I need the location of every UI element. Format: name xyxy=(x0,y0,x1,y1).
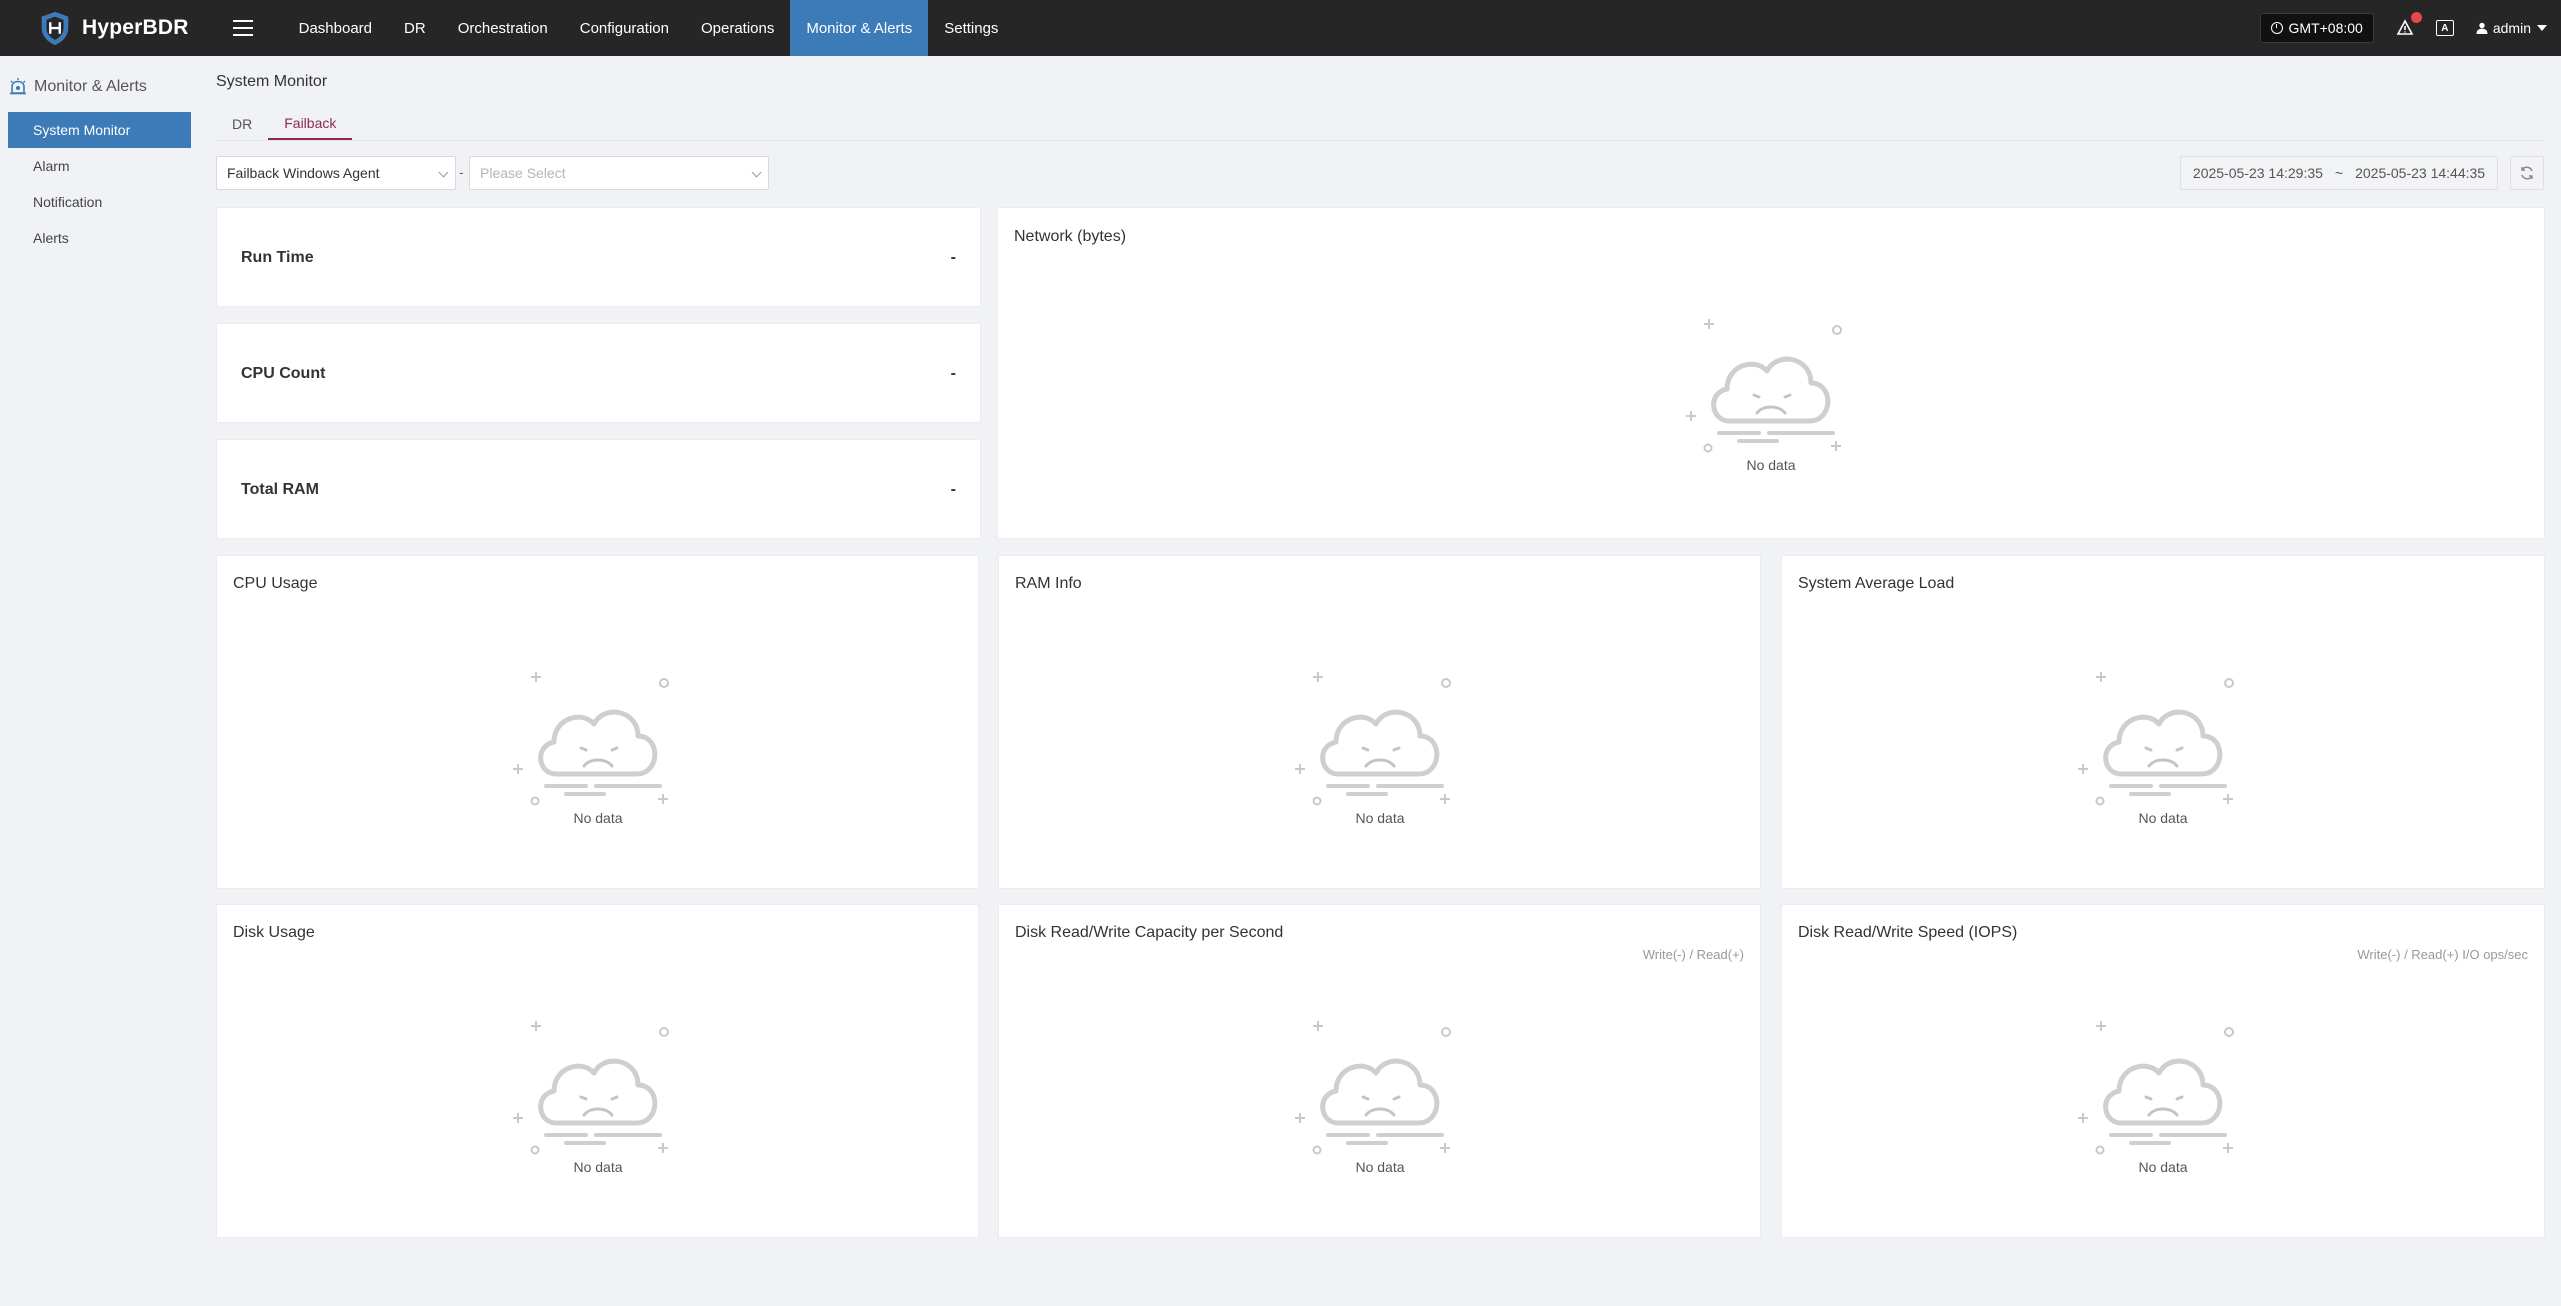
chart-disk-usage: Disk Usage No data xyxy=(216,904,979,1238)
sidebar-item-alerts[interactable]: Alerts xyxy=(8,220,191,256)
alerts-button[interactable] xyxy=(2396,12,2422,37)
date-separator: ~ xyxy=(2334,165,2344,181)
nav-dr[interactable]: DR xyxy=(388,0,442,56)
tab-dr[interactable]: DR xyxy=(216,108,268,140)
timezone-label: GMT+08:00 xyxy=(2288,20,2363,36)
agent-type-select[interactable]: Failback Windows Agent xyxy=(216,156,456,190)
nav-monitor-alerts[interactable]: Monitor & Alerts xyxy=(790,0,929,56)
chart-network: Network (bytes) No data xyxy=(997,207,2545,539)
chart-unit-label: Write(-) / Read(+) xyxy=(1642,947,1744,962)
empty-state: No data xyxy=(508,656,688,826)
chart-title: Disk Usage xyxy=(233,924,315,941)
bell-alert-icon xyxy=(2396,19,2414,35)
app-name: HyperBDR xyxy=(82,16,189,39)
stat-value: - xyxy=(950,249,956,266)
nav-settings[interactable]: Settings xyxy=(928,0,1014,56)
empty-state: No data xyxy=(2073,656,2253,826)
empty-state-text: No data xyxy=(1355,810,1405,826)
clock-icon xyxy=(2270,22,2283,34)
sidebar-item-alarm[interactable]: Alarm xyxy=(8,148,191,184)
nav-orchestration[interactable]: Orchestration xyxy=(442,0,564,56)
user-name: admin xyxy=(2492,20,2531,36)
chart-system-average-load: System Average Load No data xyxy=(1781,555,2545,889)
stat-card-total-ram: Total RAM - xyxy=(216,439,981,539)
stat-label: Run Time xyxy=(241,249,314,266)
shield-logo-icon xyxy=(41,11,69,46)
stat-value: - xyxy=(950,365,956,382)
stat-label: Total RAM xyxy=(241,481,319,498)
no-data-cloud-icon xyxy=(513,672,669,806)
language-icon[interactable]: A xyxy=(2435,20,2454,36)
user-icon xyxy=(2476,22,2488,34)
no-data-cloud-icon xyxy=(1686,319,1842,453)
chart-title: RAM Info xyxy=(1015,575,1082,592)
monitor-alert-icon xyxy=(10,78,26,95)
sidebar-section-header: Monitor & Alerts xyxy=(0,62,200,112)
nav-configuration[interactable]: Configuration xyxy=(564,0,685,56)
no-data-cloud-icon xyxy=(513,1021,669,1155)
date-start: 2025-05-23 14:29:35 xyxy=(2192,165,2323,181)
chevron-down-icon xyxy=(438,167,449,178)
chart-title: Disk Read/Write Speed (IOPS) xyxy=(1798,924,2018,941)
nav-dashboard[interactable]: Dashboard xyxy=(283,0,388,56)
main-nav: Dashboard DR Orchestration Configuration… xyxy=(283,0,1015,56)
page-title: System Monitor xyxy=(216,73,328,90)
tab-divider xyxy=(216,140,2546,141)
chart-cpu-usage: CPU Usage No data xyxy=(216,555,979,889)
empty-state-text: No data xyxy=(1746,457,1796,473)
refresh-icon xyxy=(2521,166,2533,180)
date-end: 2025-05-23 14:44:35 xyxy=(2355,165,2486,181)
sidebar-item-notification[interactable]: Notification xyxy=(8,184,191,220)
header-actions: GMT+08:00 A admin xyxy=(2259,0,2547,56)
empty-state-text: No data xyxy=(573,810,623,826)
timezone-button[interactable]: GMT+08:00 xyxy=(2259,13,2374,43)
logo[interactable]: HyperBDR xyxy=(36,0,189,56)
host-select[interactable]: Please Select xyxy=(469,156,769,190)
chart-title: Disk Read/Write Capacity per Second xyxy=(1015,924,1284,941)
stat-card-cpu-count: CPU Count - xyxy=(216,323,981,423)
sidebar: Monitor & Alerts System Monitor Alarm No… xyxy=(0,56,200,1306)
chart-ram-info: RAM Info No data xyxy=(998,555,1761,889)
nav-operations[interactable]: Operations xyxy=(685,0,790,56)
empty-state-text: No data xyxy=(2138,1159,2188,1175)
no-data-cloud-icon xyxy=(2078,672,2234,806)
no-data-cloud-icon xyxy=(1295,1021,1451,1155)
sidebar-section-label: Monitor & Alerts xyxy=(34,78,147,95)
empty-state: No data xyxy=(1681,303,1861,473)
user-menu[interactable]: admin xyxy=(2476,20,2547,36)
no-data-cloud-icon xyxy=(1295,672,1451,806)
no-data-cloud-icon xyxy=(2078,1021,2234,1155)
chart-title: System Average Load xyxy=(1798,575,1955,592)
chevron-down-icon xyxy=(2537,25,2547,31)
empty-state: No data xyxy=(508,1005,688,1175)
empty-state-text: No data xyxy=(573,1159,623,1175)
agent-type-value: Failback Windows Agent xyxy=(227,165,380,181)
empty-state: No data xyxy=(1290,656,1470,826)
refresh-button[interactable] xyxy=(2510,156,2544,190)
tab-bar: DR Failback xyxy=(216,108,353,140)
chevron-down-icon xyxy=(751,167,762,178)
empty-state: No data xyxy=(2073,1005,2253,1175)
alert-badge xyxy=(2410,12,2422,23)
filter-separator: - xyxy=(459,164,464,180)
stat-value: - xyxy=(950,481,956,498)
date-range-picker[interactable]: 2025-05-23 14:29:35 ~ 2025-05-23 14:44:3… xyxy=(2180,156,2498,190)
host-select-placeholder: Please Select xyxy=(480,165,566,181)
empty-state-text: No data xyxy=(1355,1159,1405,1175)
stat-card-run-time: Run Time - xyxy=(216,207,981,307)
chart-title: Network (bytes) xyxy=(1014,228,1127,245)
menu-toggle-icon[interactable] xyxy=(232,20,253,36)
tab-failback[interactable]: Failback xyxy=(268,108,353,140)
stat-label: CPU Count xyxy=(241,365,326,382)
empty-state: No data xyxy=(1290,1005,1470,1175)
sidebar-item-system-monitor[interactable]: System Monitor xyxy=(8,112,191,148)
chart-disk-rw-iops: Disk Read/Write Speed (IOPS) Write(-) / … xyxy=(1781,904,2545,1238)
empty-state-text: No data xyxy=(2138,810,2188,826)
top-bar: HyperBDR Dashboard DR Orchestration Conf… xyxy=(0,0,2561,56)
chart-title: CPU Usage xyxy=(233,575,318,592)
chart-unit-label: Write(-) / Read(+) I/O ops/sec xyxy=(2357,947,2528,962)
chart-disk-rw-capacity: Disk Read/Write Capacity per Second Writ… xyxy=(998,904,1761,1238)
